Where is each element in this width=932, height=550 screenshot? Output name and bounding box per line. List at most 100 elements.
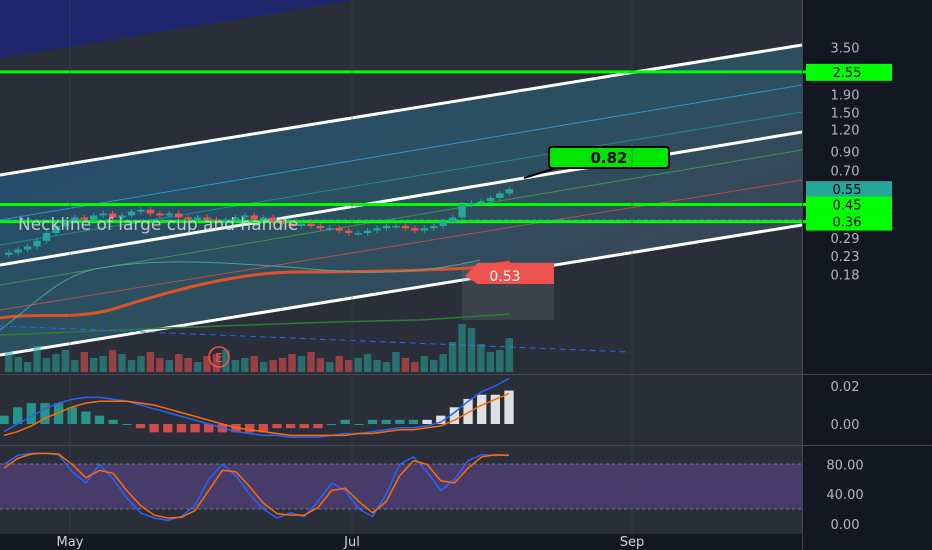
macd-histogram-bar	[299, 424, 309, 429]
macd-histogram-bar	[285, 424, 296, 429]
macd-histogram-bar	[108, 419, 118, 424]
volume-bar	[448, 342, 457, 372]
candle-body	[316, 225, 325, 229]
macd-histogram-bar	[477, 394, 487, 424]
volume-bar	[165, 360, 173, 372]
candle-body	[146, 209, 155, 214]
price-tick-label: 3.50	[831, 42, 860, 57]
macd-histogram-bar	[149, 424, 159, 433]
price-tick-label: 1.50	[831, 106, 860, 121]
price-level-badge-label: 2.55	[833, 66, 862, 81]
volume-bar	[354, 358, 362, 372]
price-tick-label: 0.70	[831, 165, 860, 180]
volume-bar	[335, 356, 343, 372]
volume-bar	[80, 352, 88, 372]
volume-bar	[382, 362, 391, 372]
macd-panel[interactable]	[0, 375, 802, 445]
volume-bar	[373, 360, 381, 372]
volume-bar	[288, 354, 296, 372]
stoch-tick-label: 80.00	[826, 458, 863, 473]
volume-bar	[392, 352, 400, 372]
candle-body	[382, 225, 391, 229]
time-axis[interactable]	[0, 534, 803, 550]
volume-bar	[420, 356, 428, 372]
volume-bar	[439, 354, 447, 372]
macd-histogram-bar	[367, 419, 378, 424]
macd-histogram-bar	[190, 424, 200, 433]
candle-body	[33, 240, 41, 247]
candle-body	[411, 228, 419, 231]
volume-bar	[184, 358, 192, 372]
macd-histogram-bar	[395, 419, 405, 424]
volume-bar	[260, 362, 268, 372]
candle-body	[373, 228, 381, 231]
volume-bar	[156, 358, 164, 372]
time-tick-label: May	[57, 535, 84, 550]
price-axis[interactable]	[803, 0, 932, 550]
volume-bar	[401, 358, 410, 372]
stoch-tick-label: 0.00	[831, 518, 860, 533]
volume-bar	[118, 354, 126, 372]
volume-bar	[477, 344, 485, 372]
volume-bar	[363, 354, 372, 372]
candle-body	[458, 204, 466, 218]
macd-histogram-bar	[422, 419, 432, 424]
volume-bar	[137, 356, 145, 372]
candle-body	[496, 193, 504, 199]
price-tick-label: 1.90	[831, 88, 860, 103]
volume-bar	[496, 350, 504, 372]
volume-bar	[175, 354, 183, 372]
volume-bar	[250, 356, 258, 372]
candle-body	[137, 209, 145, 212]
volume-bar	[146, 352, 155, 372]
price-marker-label: 0.53	[489, 269, 520, 285]
volume-bar	[71, 360, 79, 372]
macd-histogram-bar	[326, 424, 337, 425]
time-tick-label: Jul	[343, 535, 360, 550]
price-tick-label: 0.18	[831, 269, 860, 284]
earnings-marker-label: E	[215, 351, 223, 365]
macd-histogram-bar	[67, 407, 77, 424]
price-tick-label: 1.20	[831, 124, 860, 139]
candle-body	[467, 202, 476, 205]
volume-bar	[5, 352, 13, 372]
volume-bar	[411, 362, 419, 372]
neckline-annotation: Neckline of large cup and handle	[18, 215, 298, 235]
volume-bar	[316, 358, 325, 372]
macd-histogram-bar	[313, 424, 323, 429]
volume-bar	[231, 360, 240, 372]
volume-bar	[307, 352, 315, 372]
volume-bar	[61, 350, 70, 372]
macd-histogram-bar	[381, 419, 391, 424]
macd-histogram-bar	[94, 415, 105, 424]
time-tick-label: Sep	[620, 535, 645, 550]
macd-histogram-bar	[354, 424, 364, 425]
candle-body	[326, 228, 334, 230]
stock-chart[interactable]: Neckline of large cup and handle 0.82 0.…	[0, 0, 932, 550]
volume-bar	[326, 362, 334, 372]
macd-histogram-bar	[135, 424, 146, 429]
candle-body	[23, 246, 32, 250]
volume-bar	[33, 346, 41, 372]
price-tick-label: 0.29	[831, 232, 860, 247]
price-tick-label: 0.23	[831, 250, 860, 265]
price-level-badge-label: 0.55	[833, 183, 862, 198]
candle-body	[392, 225, 400, 228]
stoch-axis-ticks: 80.00 40.00 0.00	[826, 458, 863, 533]
volume-bar	[14, 357, 22, 372]
candle-body	[5, 252, 13, 255]
candle-body	[505, 189, 513, 194]
volume-bar	[486, 352, 495, 372]
candle-body	[345, 230, 353, 234]
macd-histogram-bar	[163, 424, 173, 433]
macd-histogram-bar	[408, 419, 419, 424]
macd-histogram-bar	[340, 419, 350, 424]
target-callout-label: 0.82	[590, 149, 627, 167]
volume-bar	[430, 360, 438, 372]
macd-histogram-bar	[122, 424, 132, 425]
candle-body	[335, 228, 343, 231]
price-tick-label: 0.90	[831, 146, 860, 161]
macd-histogram-bar	[81, 411, 91, 424]
volume-bar	[505, 338, 513, 372]
macd-histogram-bar	[272, 424, 282, 429]
